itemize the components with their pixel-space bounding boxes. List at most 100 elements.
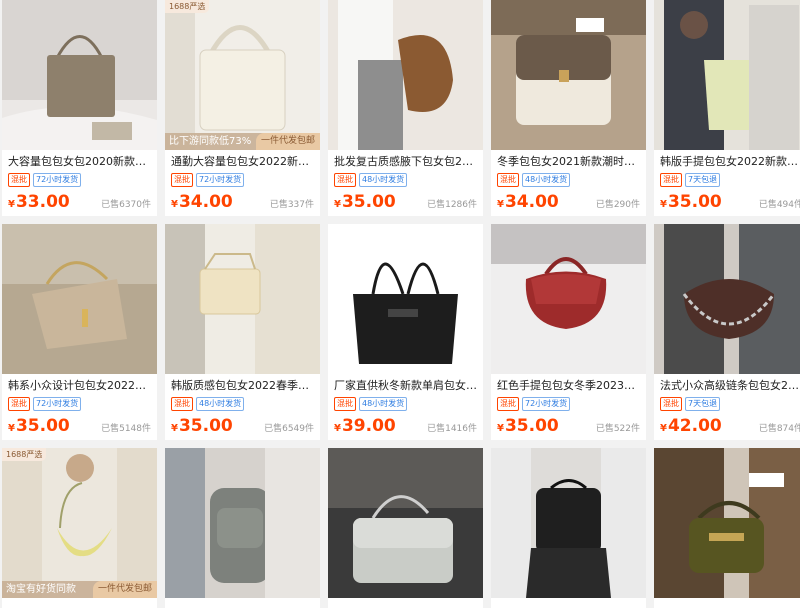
mixed-batch-badge: 混批 (171, 173, 193, 187)
product-card[interactable]: 韩版质感包包女2022春季新款... 混批48小时发货 ¥35.00 已售6549件 (165, 224, 320, 440)
price-row: ¥42.00 已售874件 (660, 415, 800, 437)
price-row: ¥35.00 已售522件 (497, 415, 640, 437)
badge-row: 混批 48小时发货 (334, 173, 477, 187)
product-title[interactable]: 韩版手提包包女2022新款时尚... (660, 155, 800, 169)
product-price: ¥35.00 (660, 192, 722, 212)
product-title[interactable]: 厂家直供秋冬新款单肩包女欧美... (334, 379, 477, 393)
price-row: ¥39.00 已售1416件 (334, 415, 477, 437)
product-price: ¥35.00 (497, 416, 559, 436)
mixed-batch-badge: 混批 (334, 173, 356, 187)
price-value: 34.00 (504, 192, 559, 212)
shipping-badge: 72小时发货 (33, 173, 82, 187)
mixed-batch-badge: 混批 (8, 397, 30, 411)
sold-count: 已售290件 (595, 200, 640, 210)
product-image[interactable]: 1688严选 比下游同款低73% 一件代发包邮 (165, 0, 320, 150)
badge-row: 混批 72小时发货 (8, 173, 151, 187)
mixed-batch-badge: 混批 (171, 397, 193, 411)
currency-symbol: ¥ (334, 423, 341, 434)
price-row: ¥33.00 已售6370件 (8, 191, 151, 213)
price-value: 39.00 (341, 416, 396, 436)
promo-right-text: 一件代发包邮 (92, 581, 157, 598)
product-card[interactable] (165, 448, 320, 608)
product-card[interactable]: 红色手提包包女冬季2023新款... 混批72小时发货 ¥35.00 已售522件 (491, 224, 646, 440)
price-value: 35.00 (178, 416, 233, 436)
badge-row: 混批 48小时发货 (334, 397, 477, 411)
product-price: ¥42.00 (660, 416, 722, 436)
price-row: ¥35.00 已售494件 (660, 191, 800, 213)
product-image[interactable] (328, 224, 483, 374)
currency-symbol: ¥ (660, 423, 667, 434)
currency-symbol: ¥ (171, 423, 178, 434)
product-card[interactable]: 1688严选比下游同款低73%一件代发包邮通勤大容量包包女2022新款大... 混… (165, 0, 320, 216)
product-price: ¥35.00 (171, 416, 233, 436)
product-card[interactable] (328, 448, 483, 608)
product-title[interactable]: 韩系小众设计包包女2022新款... (8, 379, 151, 393)
product-image[interactable] (654, 0, 800, 150)
product-image[interactable] (2, 0, 157, 150)
mixed-batch-badge: 混批 (660, 397, 682, 411)
price-row: ¥35.00 已售1286件 (334, 191, 477, 213)
product-image[interactable] (328, 448, 483, 598)
shipping-badge: 72小时发货 (522, 397, 571, 411)
promo-right-text: 一件代发包邮 (255, 133, 320, 150)
product-price: ¥35.00 (334, 192, 396, 212)
shipping-badge: 48小时发货 (522, 173, 571, 187)
product-image[interactable] (491, 224, 646, 374)
sold-count: 已售5148件 (101, 424, 151, 434)
shipping-badge: 7天包退 (685, 173, 721, 187)
currency-symbol: ¥ (171, 199, 178, 210)
sold-count: 已售337件 (269, 200, 314, 210)
product-image[interactable] (328, 0, 483, 150)
price-value: 42.00 (667, 416, 722, 436)
currency-symbol: ¥ (8, 423, 15, 434)
mixed-batch-badge: 混批 (497, 397, 519, 411)
promo-bar: 比下游同款低73% 一件代发包邮 (165, 133, 320, 150)
product-card[interactable]: 法式小众高级链条包包女2023... 混批7天包退 ¥42.00 已售874件 (654, 224, 800, 440)
sold-count: 已售1416件 (427, 424, 477, 434)
product-card[interactable]: 冬季包包女2021新款潮时尚撞... 混批48小时发货 ¥34.00 已售290件 (491, 0, 646, 216)
product-price: ¥39.00 (334, 416, 396, 436)
badge-row: 混批 48小时发货 (171, 397, 314, 411)
mixed-batch-badge: 混批 (497, 173, 519, 187)
product-image[interactable] (654, 224, 800, 374)
product-title[interactable]: 批发复古质感腋下包女包2023... (334, 155, 477, 169)
badge-row: 混批 72小时发货 (8, 397, 151, 411)
badge-row: 混批 72小时发货 (497, 397, 640, 411)
product-card[interactable] (491, 448, 646, 608)
yanxuan-tag: 1688严选 (2, 448, 47, 461)
product-title[interactable]: 通勤大容量包包女2022新款大... (171, 155, 314, 169)
promo-left-text: 比下游同款低73% (169, 136, 252, 147)
product-card[interactable]: 厂家直供秋冬新款单肩包女欧美... 混批48小时发货 ¥39.00 已售1416件 (328, 224, 483, 440)
product-image[interactable] (491, 448, 646, 598)
sold-count: 已售6549件 (264, 424, 314, 434)
product-title[interactable]: 法式小众高级链条包包女2023... (660, 379, 800, 393)
currency-symbol: ¥ (497, 199, 504, 210)
product-image[interactable] (165, 224, 320, 374)
product-image[interactable] (491, 0, 646, 150)
badge-row: 混批 48小时发货 (497, 173, 640, 187)
product-title[interactable]: 冬季包包女2021新款潮时尚撞... (497, 155, 640, 169)
sold-count: 已售1286件 (427, 200, 477, 210)
product-title[interactable]: 红色手提包包女冬季2023新款... (497, 379, 640, 393)
sold-count: 已售6370件 (101, 200, 151, 210)
sold-count: 已售494件 (758, 200, 800, 210)
product-image[interactable]: 1688严选 淘宝有好货同款 一件代发包邮 (2, 448, 157, 598)
mixed-batch-badge: 混批 (8, 173, 30, 187)
currency-symbol: ¥ (334, 199, 341, 210)
product-image[interactable] (165, 448, 320, 598)
product-card[interactable]: 批发复古质感腋下包女包2023... 混批48小时发货 ¥35.00 已售1286件 (328, 0, 483, 216)
product-card[interactable]: 韩系小众设计包包女2022新款... 混批72小时发货 ¥35.00 已售5148件 (2, 224, 157, 440)
product-title[interactable]: 韩版质感包包女2022春季新款... (171, 379, 314, 393)
price-value: 34.00 (178, 192, 233, 212)
product-grid: 大容量包包女包2020新款潮网...混批72小时发货¥33.00已售6370件1… (0, 0, 800, 608)
product-card[interactable] (654, 448, 800, 608)
product-card[interactable]: 韩版手提包包女2022新款时尚... 混批7天包退 ¥35.00 已售494件 (654, 0, 800, 216)
product-title[interactable]: 大容量包包女包2020新款潮网... (8, 155, 151, 169)
product-card[interactable]: 大容量包包女包2020新款潮网... 混批72小时发货 ¥33.00 已售6370件 (2, 0, 157, 216)
product-image[interactable] (654, 448, 800, 598)
currency-symbol: ¥ (497, 423, 504, 434)
product-card[interactable]: 1688严选 淘宝有好货同款 一件代发包邮 (2, 448, 157, 608)
shipping-badge: 72小时发货 (33, 397, 82, 411)
product-price: ¥35.00 (8, 416, 70, 436)
product-image[interactable] (2, 224, 157, 374)
